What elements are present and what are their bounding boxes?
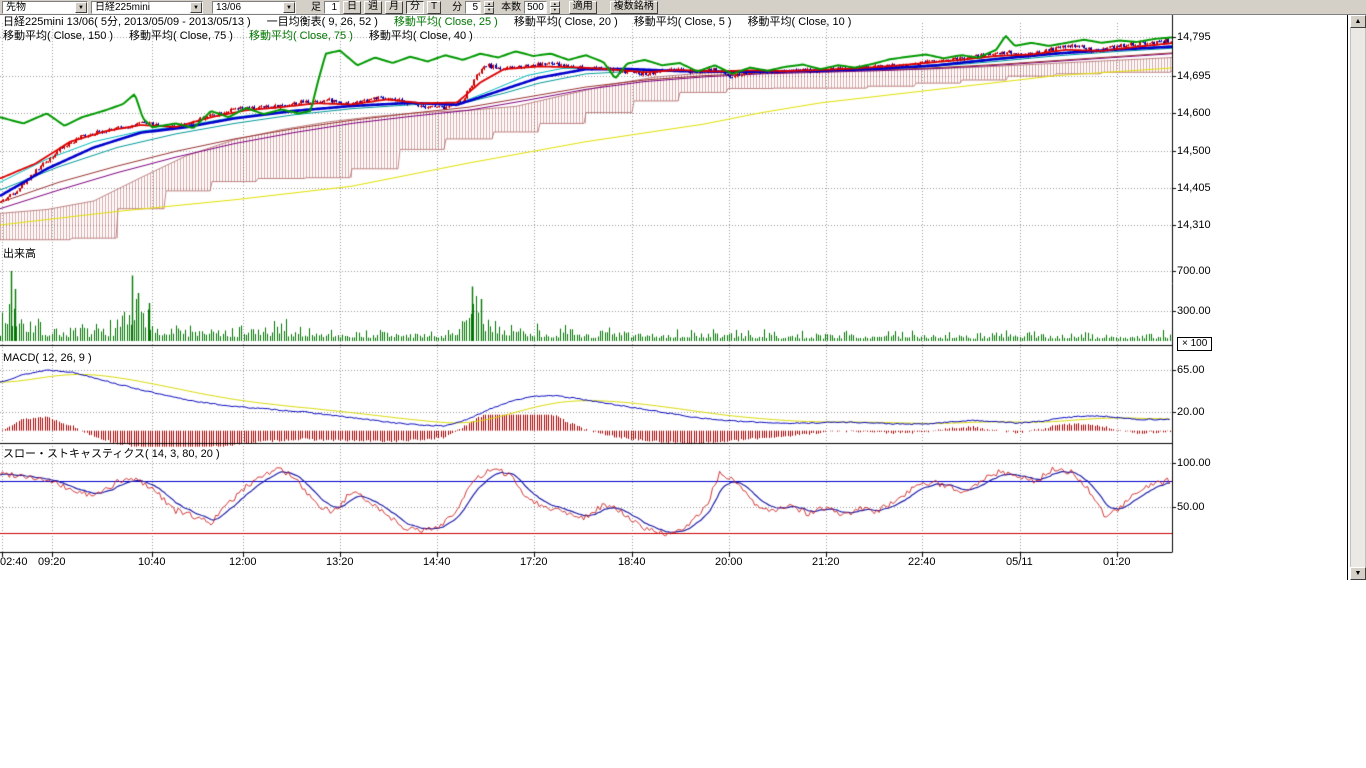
time-axis-label: 09:20 (38, 556, 66, 568)
macd-axis-label: 20.00 (1177, 406, 1205, 418)
spin-down-icon[interactable]: ▼ (550, 7, 560, 14)
legend-item: 移動平均( Close, 150 ) (3, 30, 113, 43)
scrollbar-up-button[interactable]: ▲ (1350, 15, 1366, 28)
vertical-scrollbar: ▲ ▼ (1350, 15, 1366, 580)
legend-item: 一目均衡表( 9, 26, 52 ) (267, 16, 378, 29)
time-axis-label: 22:40 (908, 556, 936, 568)
legend-item: 移動平均( Close, 25 ) (394, 16, 498, 29)
bar-type-label: 足 (311, 1, 321, 14)
price-axis-label: 14,600 (1177, 107, 1211, 119)
spin-down-icon[interactable]: ▼ (484, 7, 494, 14)
macd-axis-label: 65.00 (1177, 364, 1205, 376)
legend-row-1: 日経225mini 13/06( 5分, 2013/05/09 - 2013/0… (3, 16, 851, 29)
contract-select-dropdown-icon[interactable]: ▼ (283, 2, 295, 13)
price-axis-label: 14,795 (1177, 31, 1211, 43)
time-axis-label: 10:40 (138, 556, 166, 568)
legend-item: 移動平均( Close, 10 ) (748, 16, 852, 29)
volume-axis-label: 700.00 (1177, 265, 1211, 277)
legend-item: 移動平均( Close, 75 ) (129, 30, 233, 43)
symbol-select[interactable]: 日経225mini ▼ (91, 1, 203, 14)
legend-item: 移動平均( Close, 5 ) (634, 16, 732, 29)
period-week-button[interactable]: 週 (364, 1, 382, 14)
multi-symbol-button[interactable]: 複数銘柄 (610, 1, 658, 14)
minute-interval-label: 分 (452, 1, 462, 14)
symbol-select-value: 日経225mini (92, 2, 190, 13)
price-chart-canvas[interactable] (0, 15, 1348, 585)
time-axis-label: 18:40 (618, 556, 646, 568)
bar-count-label: 本数 (501, 1, 521, 14)
stochastics-pane-title: スロー・ストキャスティクス( 14, 3, 80, 20 ) (3, 448, 220, 461)
minute-interval-spinner: ▲ ▼ (484, 1, 494, 14)
market-select-value: 先物 (3, 2, 75, 13)
market-select[interactable]: 先物 ▼ (2, 1, 88, 14)
macd-pane-title: MACD( 12, 26, 9 ) (3, 352, 92, 365)
legend-item: 日経225mini 13/06( 5分, 2013/05/09 - 2013/0… (3, 16, 251, 29)
time-axis-label: 01:20 (1103, 556, 1131, 568)
legend-item: 移動平均( Close, 75 ) (249, 30, 353, 43)
scrollbar-down-button[interactable]: ▼ (1350, 567, 1366, 580)
time-axis-label: 12:00 (229, 556, 257, 568)
price-axis-label: 14,405 (1177, 182, 1211, 194)
symbol-select-dropdown-icon[interactable]: ▼ (190, 2, 202, 13)
scrollbar-track[interactable] (1350, 28, 1366, 567)
minute-interval-input[interactable]: 5 (465, 1, 481, 14)
price-axis-label: 14,500 (1177, 145, 1211, 157)
contract-select-value: 13/06 (213, 2, 283, 13)
toolbar: 先物 ▼ 日経225mini ▼ 13/06 ▼ 足 1 日 週 月 分 T 分… (0, 0, 1366, 15)
stochastics-axis-label: 50.00 (1177, 501, 1205, 513)
price-axis-label: 14,310 (1177, 219, 1211, 231)
chart-region: 日経225mini 13/06( 5分, 2013/05/09 - 2013/0… (0, 15, 1366, 585)
legend-item: 移動平均( Close, 40 ) (369, 30, 473, 43)
time-axis-label: 13:20 (326, 556, 354, 568)
volume-pane-title: 出来高 (3, 248, 36, 261)
apply-button[interactable]: 適用 (569, 1, 597, 14)
time-axis-label: 02:40 (0, 556, 28, 568)
volume-multiplier-badge: × 100 (1177, 337, 1212, 351)
time-axis-label: 05/11 (1006, 556, 1033, 568)
time-axis-label: 14:40 (423, 556, 451, 568)
bar-count-spinner: ▲ ▼ (550, 1, 560, 14)
period-minute-button[interactable]: 分 (406, 1, 424, 14)
period-month-button[interactable]: 月 (385, 1, 403, 14)
time-axis-label: 20:00 (715, 556, 743, 568)
stochastics-axis-label: 100.00 (1177, 457, 1211, 469)
interval-input[interactable]: 1 (324, 1, 340, 14)
time-axis-label: 17:20 (520, 556, 548, 568)
bar-count-input[interactable]: 500 (524, 1, 547, 14)
time-axis-label: 21:20 (812, 556, 840, 568)
volume-axis-label: 300.00 (1177, 305, 1211, 317)
contract-select[interactable]: 13/06 ▼ (212, 1, 296, 14)
period-day-button[interactable]: 日 (343, 1, 361, 14)
market-select-dropdown-icon[interactable]: ▼ (75, 2, 87, 13)
chart-right-border (1347, 15, 1348, 580)
legend-row-2: 移動平均( Close, 150 ) 移動平均( Close, 75 ) 移動平均(… (3, 30, 473, 43)
price-axis-label: 14,695 (1177, 70, 1211, 82)
legend-item: 移動平均( Close, 20 ) (514, 16, 618, 29)
period-tick-button[interactable]: T (427, 1, 441, 14)
